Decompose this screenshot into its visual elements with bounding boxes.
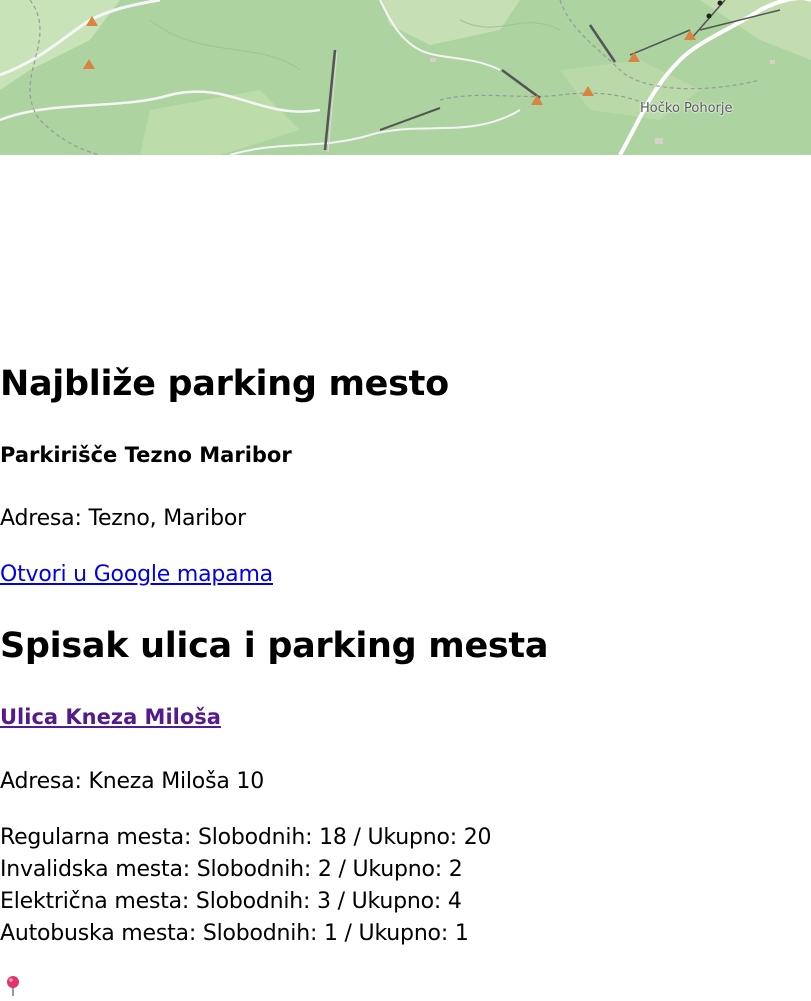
spot-electric: Električna mesta: Slobodnih: 3 / Ukupno:… xyxy=(0,889,462,914)
maps-link-row: Otvori u Google mapama xyxy=(0,564,273,586)
street-list-heading: Spisak ulica i parking mesta xyxy=(0,626,549,666)
map-view[interactable]: Hočko Pohorje xyxy=(0,0,811,155)
street-link[interactable]: Ulica Kneza Miloša xyxy=(0,705,221,729)
spot-regular: Regularna mesta: Slobodnih: 18 / Ukupno:… xyxy=(0,825,492,850)
street-address: Adresa: Kneza Miloša 10 xyxy=(0,769,264,794)
map-tiles xyxy=(0,0,811,155)
spot-bus: Autobuska mesta: Slobodnih: 1 / Ukupno: … xyxy=(0,921,469,946)
nearest-address: Adresa: Tezno, Maribor xyxy=(0,506,246,531)
nearest-heading: Najbliže parking mesto xyxy=(0,364,449,404)
map-place-label: Hočko Pohorje xyxy=(640,101,733,116)
pushpin-icon[interactable] xyxy=(4,975,22,1001)
nearest-parking-name: Parkirišče Tezno Maribor xyxy=(0,443,292,467)
street-name-row: Ulica Kneza Miloša xyxy=(0,707,221,728)
spot-disabled: Invalidska mesta: Slobodnih: 2 / Ukupno:… xyxy=(0,857,463,882)
google-maps-link[interactable]: Otvori u Google mapama xyxy=(0,562,273,587)
